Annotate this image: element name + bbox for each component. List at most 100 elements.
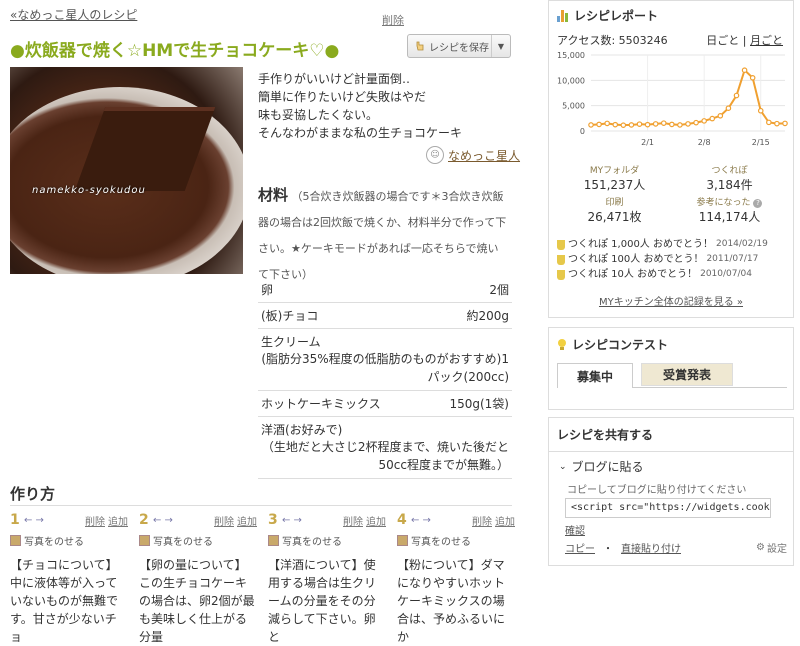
description-line: そんなわがままな私の生チョコケーキ <box>258 126 463 140</box>
mykitchen-records-link[interactable]: MYキッチン全体の記録を見る » <box>599 297 743 308</box>
period-separator: | <box>742 34 747 47</box>
ingredient-row: 卵 2個 <box>258 277 512 303</box>
copy-link[interactable]: コピー <box>565 540 595 555</box>
daily-link[interactable]: 日ごと <box>706 34 739 47</box>
award-date: 2014/02/19 <box>716 239 768 249</box>
add-step-link[interactable]: 追加 <box>366 517 386 528</box>
settings-button[interactable]: ⚙ 設定 <box>756 540 787 555</box>
add-photo-link[interactable]: 写真をのせる <box>10 533 128 548</box>
data-point <box>741 67 748 74</box>
step-text: 【チョコについて】中に液体等が入っていないものが無難です。甘さが少ないチョ <box>10 558 119 644</box>
data-point <box>717 113 724 119</box>
y-tick-label: 5,000 <box>562 102 585 111</box>
move-step-arrows[interactable]: ← → <box>411 515 431 526</box>
add-photo-link[interactable]: 写真をのせる <box>397 533 515 548</box>
recipe-description: 手作りがいいけど計量面倒‥ 簡単に作りたいけど失敗はやだ 味も妥協したくない。 … <box>258 70 462 142</box>
step-card: 1 ← → 削除 追加 写真をのせる 【チョコについて】中に液体等が入っていないものが… <box>10 512 128 646</box>
period-toggle: 日ごと | 月ごと <box>706 32 783 48</box>
award-text: つくれぽ 100人 おめでとう！ <box>568 254 704 265</box>
step-card: 4 ← → 削除 追加 写真をのせる 【粉について】ダマになりやすいホットケーキミック… <box>397 512 515 646</box>
bar-chart-icon <box>557 9 568 22</box>
add-step-link[interactable]: 追加 <box>237 517 257 528</box>
author-avatar-icon[interactable]: ☺ <box>426 146 444 164</box>
hand-pointer-icon <box>416 41 424 51</box>
photo-watermark: namekko-syokudou <box>32 185 146 196</box>
access-count: アクセス数: 5503246 <box>557 34 668 47</box>
stat-label: つくれぽ <box>711 166 748 176</box>
save-recipe-label: レシピを保存 <box>429 42 489 54</box>
step-number: 2 <box>139 512 149 528</box>
delete-step-link[interactable]: 削除 <box>214 517 234 528</box>
monthly-link[interactable]: 月ごと <box>750 34 783 47</box>
ingredients-table: 卵 2個 (板)チョコ 約200g 生クリーム (脂肪分35%程度の低脂肪のものがお… <box>258 277 512 479</box>
award-date: 2010/07/04 <box>700 269 752 279</box>
x-tick-label: 2/8 <box>698 138 711 147</box>
delete-step-link[interactable]: 削除 <box>85 517 105 528</box>
copy-hint: コピーしてブログに貼り付けてください <box>567 485 747 496</box>
description-line: 手作りがいいけど計量面倒‥ <box>258 72 411 86</box>
award-item: つくれぽ 1,000人 おめでとう！ 2014/02/19 <box>557 237 768 252</box>
tab-recruiting[interactable]: 募集中 <box>557 363 633 388</box>
photo-icon <box>268 535 279 546</box>
tab-winners[interactable]: 受賞発表 <box>641 363 733 386</box>
contest-tabs: 募集中 受賞発表 <box>557 363 787 388</box>
award-text: つくれぽ 10人 おめでとう！ <box>568 269 698 280</box>
data-point <box>685 121 691 127</box>
add-photo-label: 写真をのせる <box>24 537 84 548</box>
stat-print: 印刷 26,471枚 <box>557 195 672 225</box>
stat-value: 151,237人 <box>583 178 646 192</box>
help-icon[interactable]: ? <box>753 199 763 208</box>
gear-icon: ⚙ <box>756 542 765 553</box>
delete-step-link[interactable]: 削除 <box>343 517 363 528</box>
access-line-chart: 0 5,000 10,000 15,000 2/1 2/8 2/15 <box>557 51 788 147</box>
y-tick-label: 10,000 <box>557 76 585 85</box>
data-point <box>733 92 740 99</box>
blog-embed-toggle[interactable]: ⌄ ブログに貼る <box>559 458 644 475</box>
direct-paste-link[interactable]: 直接貼り付け <box>621 540 681 555</box>
contest-title: レシピコンテスト <box>572 338 669 352</box>
ingredient-name: ホットケーキミックス <box>261 397 381 411</box>
ingredient-amount: 約200g <box>466 309 509 323</box>
stat-value: 26,471枚 <box>587 210 642 224</box>
award-text: つくれぽ 1,000人 おめでとう！ <box>568 239 713 250</box>
author-info: ☺ なめっこ星人 <box>426 146 520 164</box>
award-item: つくれぽ 100人 おめでとう！ 2011/07/17 <box>557 252 768 267</box>
data-point <box>701 118 707 124</box>
confirm-link[interactable]: 確認 <box>565 522 585 537</box>
ingredient-detail: （生地だと大さじ2杯程度まで、焼いた後だと50cc程度までが無難。） <box>261 440 509 472</box>
ingredient-row: 洋酒(お好みで) （生地だと大さじ2杯程度まで、焼いた後だと50cc程度までが無… <box>258 417 512 479</box>
data-point <box>612 121 619 128</box>
add-photo-link[interactable]: 写真をのせる <box>139 533 257 548</box>
author-name-link[interactable]: なめっこ星人 <box>448 147 520 164</box>
ingredient-amount: 2個 <box>489 283 509 297</box>
steps-title: 作り方 <box>10 485 56 503</box>
move-step-arrows[interactable]: ← → <box>153 515 173 526</box>
stat-label: 参考になった <box>696 198 751 208</box>
embed-code-field[interactable]: <script src="https://widgets.cookpad.com <box>565 498 771 518</box>
delete-link[interactable]: 削除 <box>382 12 404 28</box>
data-point <box>644 121 651 128</box>
awards-list: つくれぽ 1,000人 おめでとう！ 2014/02/19 つくれぽ 100人 お… <box>557 237 768 282</box>
ingredient-amount: 150g(1袋) <box>449 397 509 411</box>
add-step-link[interactable]: 追加 <box>495 517 515 528</box>
move-step-arrows[interactable]: ← → <box>282 515 302 526</box>
share-recipe-panel: レシピを共有する ⌄ ブログに貼る コピーしてブログに貼り付けてください <sc… <box>548 417 794 566</box>
lightbulb-icon <box>558 338 566 350</box>
award-item: つくれぽ 10人 おめでとう！ 2010/07/04 <box>557 267 768 282</box>
stat-value: 3,184件 <box>706 178 753 192</box>
data-point <box>766 119 772 126</box>
save-recipe-button[interactable]: レシピを保存 ▼ <box>407 34 511 58</box>
stat-myfolder: MYフォルダ 151,237人 <box>557 163 672 193</box>
ingredients-title: 材料 <box>258 186 289 204</box>
delete-step-link[interactable]: 削除 <box>472 517 492 528</box>
back-to-author-recipes-link[interactable]: «なめっこ星人のレシピ <box>10 6 137 23</box>
save-dropdown-toggle[interactable]: ▼ <box>491 35 510 57</box>
data-point <box>596 121 602 128</box>
trophy-icon <box>557 269 565 280</box>
stat-value: 114,174人 <box>698 210 761 224</box>
report-title: レシピレポート <box>574 9 659 23</box>
add-step-link[interactable]: 追加 <box>108 517 128 528</box>
move-step-arrows[interactable]: ← → <box>24 515 44 526</box>
x-tick-label: 2/15 <box>752 138 770 147</box>
add-photo-link[interactable]: 写真をのせる <box>268 533 386 548</box>
